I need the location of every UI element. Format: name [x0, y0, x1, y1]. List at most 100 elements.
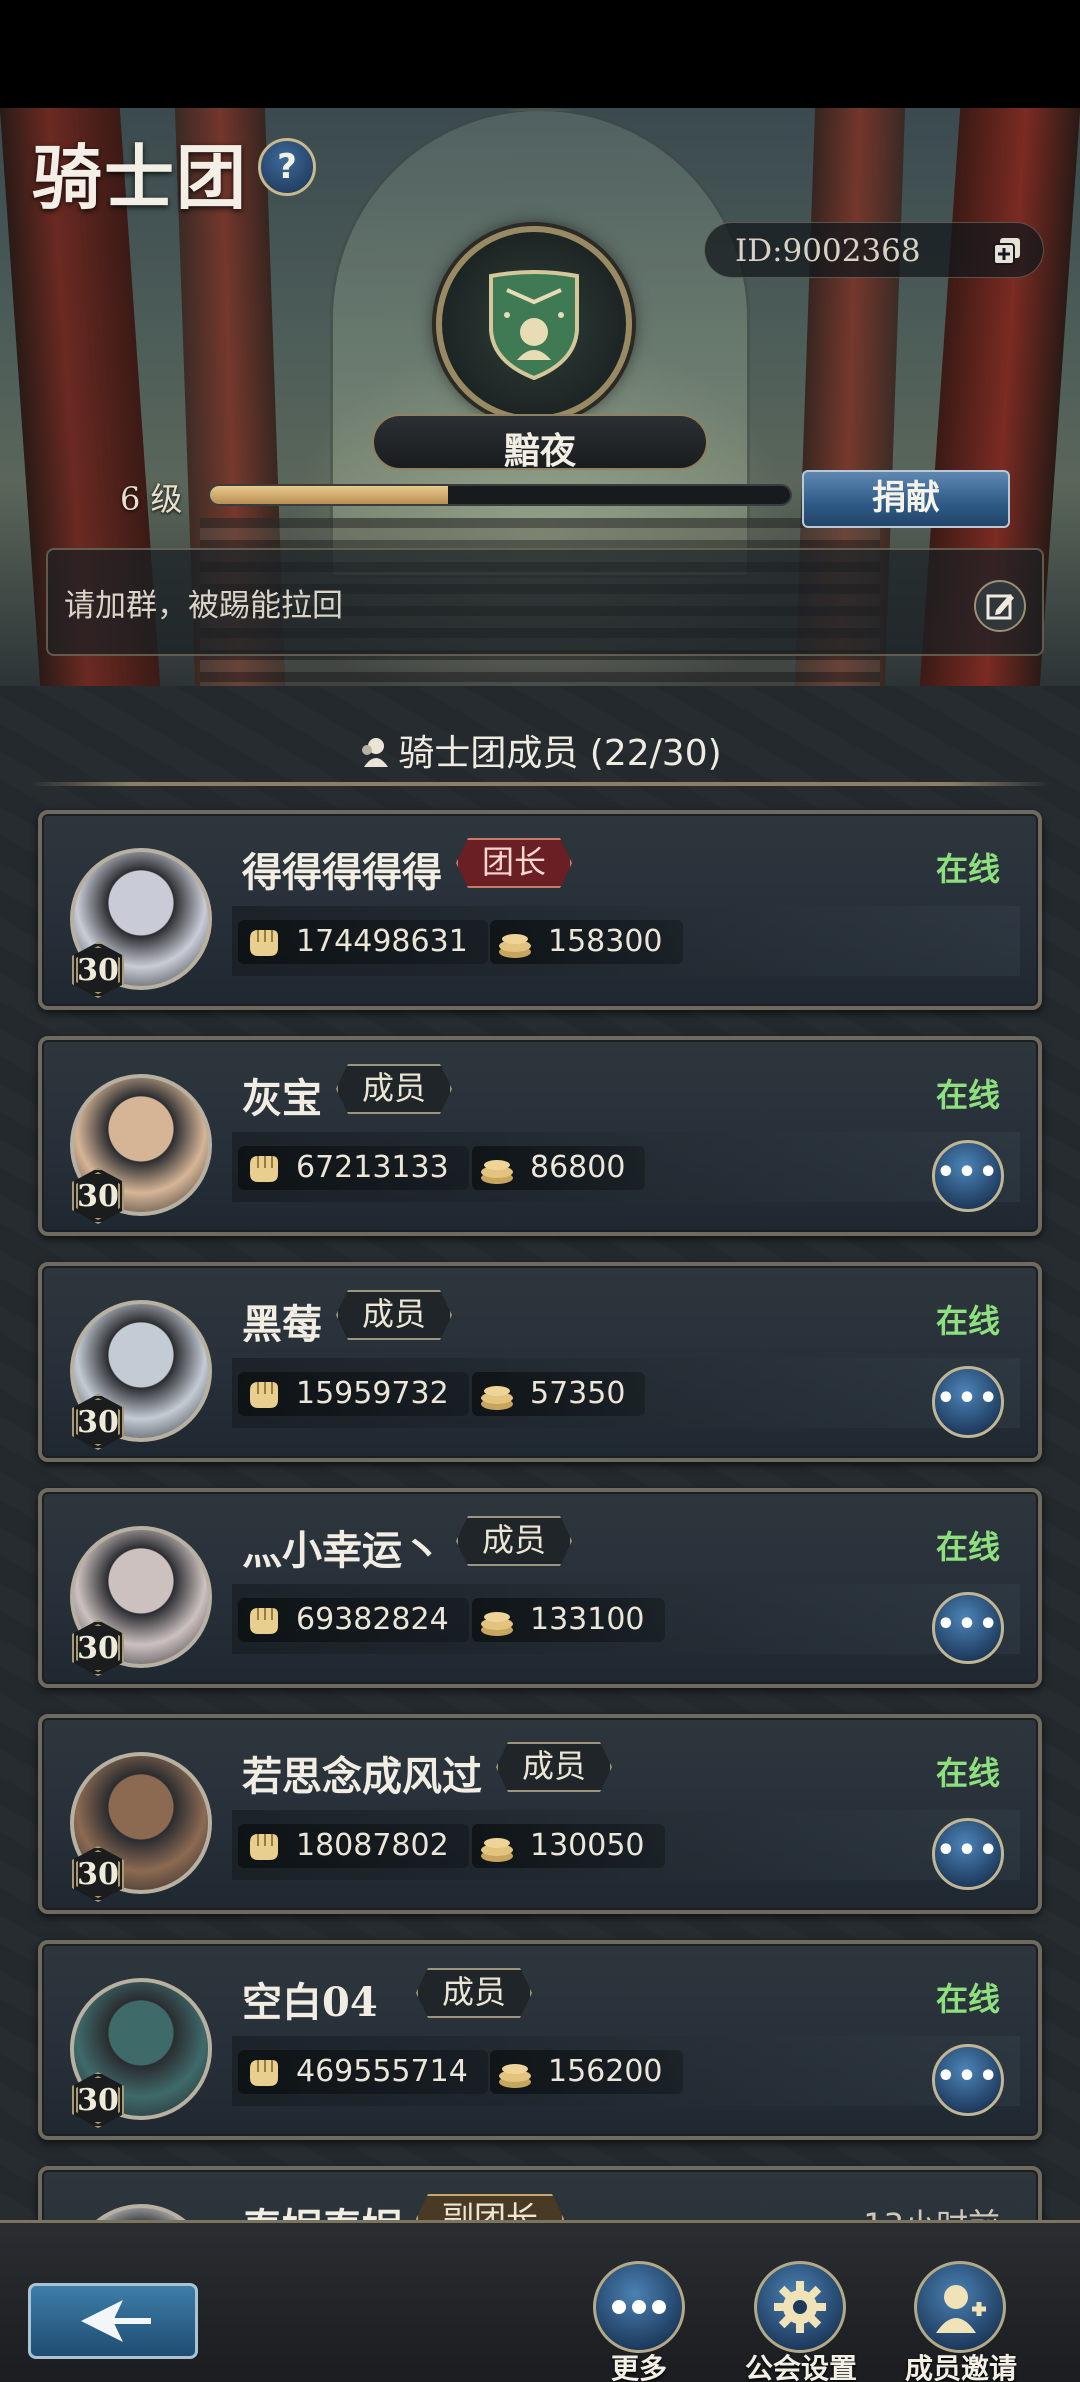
- section-divider: [28, 782, 1052, 786]
- member-contribution-value: 133100: [530, 1602, 645, 1637]
- member-status: 在线: [935, 1528, 1000, 1566]
- edit-icon: [986, 594, 1014, 620]
- fist-icon: [250, 1608, 278, 1634]
- fist-icon: [250, 1382, 278, 1408]
- shield-icon: [489, 270, 579, 380]
- coins-icon: [481, 1386, 513, 1410]
- member-card[interactable]: 30 黑莓 成员 在线 15959732 57350 •••: [38, 1262, 1042, 1462]
- member-status: 在线: [935, 1076, 1000, 1114]
- coins-icon: [499, 2064, 531, 2088]
- coins-icon: [481, 1838, 513, 1862]
- edit-notice-button[interactable]: [974, 580, 1026, 632]
- member-contribution: 57350: [472, 1372, 646, 1416]
- member-role-badge: 副团长: [416, 2194, 564, 2220]
- member-status: 在线: [935, 1302, 1000, 1340]
- gear-icon: [754, 2261, 846, 2353]
- guild-settings-nav-label: 公会设置: [745, 2352, 858, 2382]
- member-name: 灬小幸运丶: [242, 1527, 442, 1574]
- status-bar: [0, 0, 1080, 108]
- coins-icon: [481, 1612, 513, 1636]
- more-nav-button[interactable]: 更多: [584, 2261, 694, 2382]
- member-contribution: 156200: [490, 2050, 683, 2094]
- member-section-title-text: 骑士团成员 (22/30): [398, 733, 722, 774]
- member-contribution-value: 130050: [530, 1828, 645, 1863]
- member-power: 67213133: [238, 1146, 469, 1190]
- help-button[interactable]: ?: [258, 138, 316, 196]
- member-power-value: 15959732: [296, 1376, 449, 1411]
- member-more-button[interactable]: •••: [932, 2044, 1004, 2116]
- member-contribution-value: 158300: [548, 924, 663, 959]
- guild-emblem: [436, 226, 632, 422]
- fist-icon: [250, 930, 278, 956]
- more-icon: [593, 2261, 685, 2353]
- member-card[interactable]: 30 灰宝 成员 在线 67213133 86800 •••: [38, 1036, 1042, 1236]
- guild-notice-text: 请加群，被踢能拉回: [64, 588, 343, 624]
- coins-icon: [499, 934, 531, 958]
- member-name: 得得得得得: [242, 849, 442, 896]
- member-power-value: 18087802: [296, 1828, 449, 1863]
- member-role-badge: 团长: [456, 838, 572, 888]
- member-contribution: 133100: [472, 1598, 665, 1642]
- member-status: 13小时前: [863, 2200, 1000, 2220]
- member-name: 若思念成风过: [242, 1753, 482, 1800]
- guild-level: 6 级: [120, 480, 183, 518]
- member-contribution-value: 57350: [530, 1376, 626, 1411]
- members-icon: [362, 738, 389, 767]
- invite-icon: [914, 2261, 1006, 2353]
- guild-name-bar: 黯夜: [372, 414, 708, 472]
- member-more-button[interactable]: •••: [932, 1366, 1004, 1438]
- member-card[interactable]: 30 空白04 成员 在线 469555714 156200 •••: [38, 1940, 1042, 2140]
- member-name: 灰宝: [242, 1075, 322, 1122]
- guild-notice: 请加群，被踢能拉回: [46, 548, 1044, 656]
- member-contribution: 158300: [490, 920, 683, 964]
- back-button[interactable]: [28, 2283, 198, 2359]
- member-contribution-value: 156200: [548, 2054, 663, 2089]
- guild-id: ID:9002368: [735, 233, 921, 269]
- member-role-badge: 成员: [336, 1064, 452, 1114]
- member-card[interactable]: 30 泰妮泰妮 副团长 13小时前: [38, 2166, 1042, 2220]
- member-more-button[interactable]: •••: [932, 1592, 1004, 1664]
- member-role-badge: 成员: [336, 1290, 452, 1340]
- member-power: 15959732: [238, 1372, 469, 1416]
- member-name: 空白04: [242, 1979, 378, 2026]
- donate-button[interactable]: 捐献: [802, 470, 1010, 528]
- member-section-title: 骑士团成员 (22/30): [0, 724, 1080, 776]
- member-power: 469555714: [238, 2050, 488, 2094]
- guild-level-progress: [208, 484, 792, 506]
- member-role-badge: 成员: [416, 1968, 532, 2018]
- member-power-value: 69382824: [296, 1602, 449, 1637]
- member-more-button[interactable]: •••: [932, 1818, 1004, 1890]
- guild-level-progress-fill: [210, 486, 448, 504]
- fist-icon: [250, 1834, 278, 1860]
- member-card[interactable]: 30 得得得得得 团长 在线 174498631 158300: [38, 810, 1042, 1010]
- member-status: 在线: [935, 1754, 1000, 1792]
- member-contribution: 86800: [472, 1146, 646, 1190]
- member-status: 在线: [935, 850, 1000, 888]
- member-power: 69382824: [238, 1598, 469, 1642]
- member-panel: 骑士团成员 (22/30) 30 得得得得得 团长 在线 174498631 1…: [0, 686, 1080, 2220]
- member-power-value: 67213133: [296, 1150, 449, 1185]
- member-name: 黑莓: [242, 1301, 322, 1348]
- fist-icon: [250, 1156, 278, 1182]
- member-power-value: 174498631: [296, 924, 468, 959]
- member-status: 在线: [935, 1980, 1000, 2018]
- member-power-value: 469555714: [296, 2054, 468, 2089]
- coins-icon: [481, 1160, 513, 1184]
- bottom-bar: 更多 公会设置 成员邀请: [0, 2220, 1080, 2382]
- guild-id-pill: ID:9002368: [704, 222, 1044, 278]
- copy-icon[interactable]: [991, 235, 1023, 267]
- member-role-badge: 成员: [496, 1742, 612, 1792]
- member-card[interactable]: 30 若思念成风过 成员 在线 18087802 130050 •••: [38, 1714, 1042, 1914]
- back-arrow-icon: [81, 2300, 151, 2342]
- member-card[interactable]: 30 灬小幸运丶 成员 在线 69382824 133100 •••: [38, 1488, 1042, 1688]
- guild-header: 骑士团 ? ID:9002368 黯夜 6 级 捐献 请加群，被踢能拉回: [0, 108, 1080, 686]
- member-more-button[interactable]: •••: [932, 1140, 1004, 1212]
- member-invite-nav-label: 成员邀请: [905, 2352, 1018, 2382]
- member-name: 泰妮泰妮: [242, 2196, 402, 2220]
- member-invite-nav-button[interactable]: 成员邀请: [905, 2261, 1018, 2382]
- guild-settings-nav-button[interactable]: 公会设置: [745, 2261, 858, 2382]
- member-contribution: 130050: [472, 1824, 665, 1868]
- member-role-badge: 成员: [456, 1516, 572, 1566]
- member-contribution-value: 86800: [530, 1150, 626, 1185]
- avatar[interactable]: [70, 2204, 212, 2220]
